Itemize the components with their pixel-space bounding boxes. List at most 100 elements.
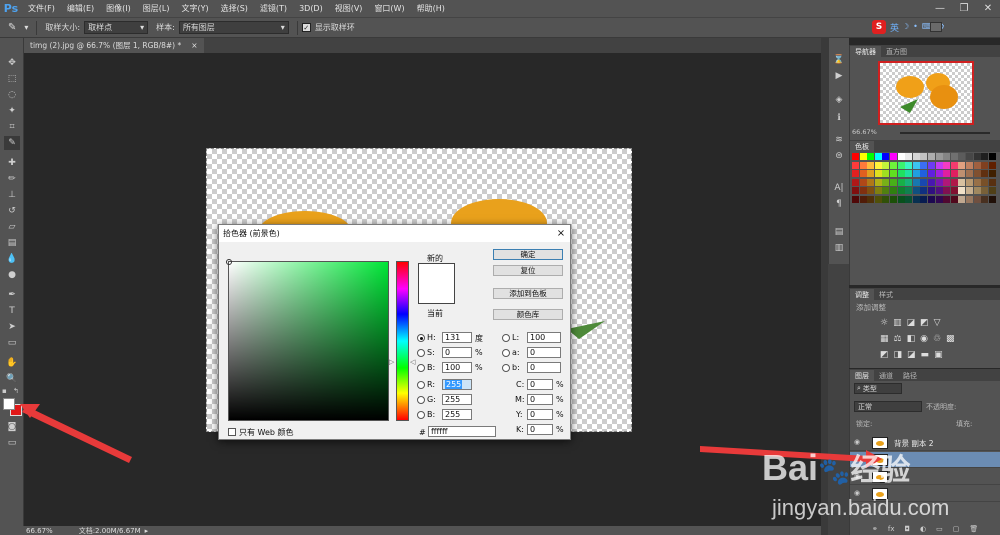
color-swatch[interactable] <box>852 187 859 195</box>
hand-tool-icon[interactable]: ✋ <box>4 356 20 370</box>
tab-histogram[interactable]: 直方图 <box>881 46 912 57</box>
crop-tool-icon[interactable]: ⌗ <box>4 120 20 134</box>
color-swatch[interactable] <box>988 187 996 195</box>
color-swatch[interactable] <box>935 196 943 203</box>
cyan-input[interactable]: 0 <box>527 379 553 390</box>
tab-adjustments[interactable]: 调整 <box>850 289 874 300</box>
current-color-swatch[interactable] <box>419 284 454 303</box>
lasso-tool-icon[interactable]: ◌ <box>4 88 20 102</box>
color-swatch[interactable] <box>882 170 890 178</box>
color-swatch[interactable] <box>890 161 897 169</box>
path-selection-tool-icon[interactable]: ➤ <box>4 320 20 334</box>
color-swatch[interactable] <box>966 196 973 203</box>
brightness-icon[interactable]: ☼ <box>880 318 888 328</box>
color-swatch[interactable] <box>859 187 867 195</box>
color-swatch[interactable] <box>874 187 882 195</box>
channel-mixer-icon[interactable]: ♲ <box>933 334 941 344</box>
color-swatch[interactable] <box>905 170 913 178</box>
color-swatch[interactable] <box>981 153 989 160</box>
color-swatch[interactable] <box>958 178 966 186</box>
color-swatch[interactable] <box>920 178 928 186</box>
chevron-right-icon[interactable]: ▸ <box>145 527 149 535</box>
close-button[interactable]: ✕ <box>976 0 1000 17</box>
color-swatch[interactable] <box>852 153 859 160</box>
color-swatch[interactable] <box>874 153 882 160</box>
notes-icon[interactable]: ▤ <box>832 226 846 238</box>
trash-icon[interactable]: 🗑 <box>969 525 978 533</box>
sample-size-select[interactable]: 取样点 ▾ <box>84 21 149 34</box>
color-swatch[interactable] <box>867 161 875 169</box>
dialog-close-icon[interactable]: × <box>552 228 570 239</box>
mask-icon[interactable]: ◘ <box>904 525 910 533</box>
sample-select[interactable]: 所有图层 ▾ <box>178 21 289 34</box>
curves-icon[interactable]: ◪ <box>907 318 916 328</box>
tab-channels[interactable]: 通道 <box>874 370 898 381</box>
document-tab[interactable]: timg (2).jpg @ 66.7% (图层 1, RGB/8#) * × <box>24 38 204 53</box>
color-swatch[interactable] <box>935 161 943 169</box>
black-white-icon[interactable]: ◧ <box>907 334 916 344</box>
brightness-radio[interactable] <box>417 364 425 372</box>
green-input[interactable]: 255 <box>442 394 472 405</box>
actions-icon[interactable]: ▶ <box>832 70 846 82</box>
color-swatch[interactable] <box>958 170 966 178</box>
posterize-icon[interactable]: ◨ <box>894 350 903 360</box>
move-tool-icon[interactable]: ✥ <box>4 56 20 70</box>
color-swatch[interactable] <box>950 170 958 178</box>
color-swatch[interactable] <box>973 187 981 195</box>
hue-input[interactable]: 131 <box>442 332 472 343</box>
hue-saturation-icon[interactable]: ▦ <box>880 334 889 344</box>
color-swatch[interactable] <box>928 170 935 178</box>
rectangle-tool-icon[interactable]: ▭ <box>4 336 20 350</box>
color-swatch[interactable] <box>859 161 867 169</box>
color-swatch[interactable] <box>905 196 913 203</box>
color-swatch[interactable] <box>867 178 875 186</box>
color-swatch[interactable] <box>897 153 905 160</box>
color-swatch[interactable] <box>897 170 905 178</box>
color-swatch[interactable] <box>981 170 989 178</box>
color-swatch[interactable] <box>950 187 958 195</box>
menu-filter[interactable]: 滤镜(T) <box>254 3 293 14</box>
moon-icon[interactable]: ☽ <box>902 22 909 31</box>
blue-input[interactable]: 255 <box>442 409 472 420</box>
show-ring-checkbox[interactable]: ✓ <box>301 23 311 32</box>
color-swatch[interactable] <box>988 161 996 169</box>
color-swatch[interactable] <box>852 196 859 203</box>
color-swatch[interactable] <box>950 153 958 160</box>
history-brush-tool-icon[interactable]: ↺ <box>4 204 20 218</box>
color-swatch[interactable] <box>897 187 905 195</box>
hue-slider[interactable] <box>396 261 409 421</box>
color-swatch[interactable] <box>920 187 928 195</box>
color-balance-icon[interactable]: ⚖ <box>894 334 902 344</box>
color-swatch[interactable] <box>981 196 989 203</box>
color-swatch[interactable] <box>943 161 951 169</box>
color-swatch[interactable] <box>966 187 973 195</box>
color-swatch[interactable] <box>890 178 897 186</box>
color-swatch[interactable] <box>950 178 958 186</box>
lightness-input[interactable]: 100 <box>527 332 561 343</box>
color-swatch[interactable] <box>935 178 943 186</box>
color-swatch[interactable] <box>859 170 867 178</box>
color-swatch[interactable] <box>882 153 890 160</box>
color-swatch[interactable] <box>905 178 913 186</box>
color-swatch[interactable] <box>973 196 981 203</box>
color-swatch[interactable] <box>966 153 973 160</box>
swap-colors-icon[interactable]: ↰ <box>13 387 19 395</box>
default-colors-icon[interactable]: ▪ <box>2 387 7 395</box>
blue-radio[interactable] <box>417 411 425 419</box>
saturation-brightness-field[interactable] <box>226 259 389 421</box>
color-swatch[interactable] <box>882 178 890 186</box>
color-swatch[interactable] <box>981 187 989 195</box>
color-swatch[interactable] <box>988 153 996 160</box>
fx-icon[interactable]: fx <box>888 525 895 533</box>
type-tool-icon[interactable]: T <box>4 304 20 318</box>
color-swatch[interactable] <box>920 170 928 178</box>
color-swatch[interactable] <box>973 161 981 169</box>
properties-icon[interactable]: ℹ <box>832 112 846 124</box>
hue-radio[interactable] <box>417 334 425 342</box>
a-channel-radio[interactable] <box>502 349 510 357</box>
lightness-radio[interactable] <box>502 334 510 342</box>
ime-language-label[interactable]: 英 <box>890 21 899 34</box>
add-to-swatches-button[interactable]: 添加到色板 <box>493 288 563 299</box>
b-channel-radio[interactable] <box>502 364 510 372</box>
color-swatch[interactable] <box>890 170 897 178</box>
